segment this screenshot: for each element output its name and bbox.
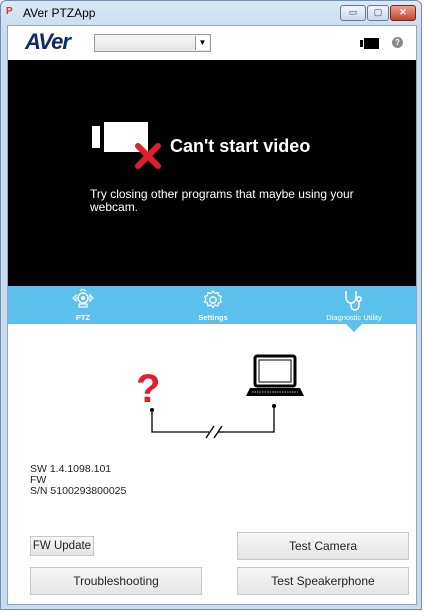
minimize-button[interactable]: ▭ bbox=[340, 5, 366, 21]
unknown-device-icon: ? bbox=[136, 367, 160, 411]
connection-diagram: ? bbox=[136, 354, 304, 439]
close-button[interactable]: ✕ bbox=[390, 5, 416, 21]
tab-diagnostic-utility-label: Diagnostic Utility bbox=[326, 313, 382, 322]
chevron-down-icon[interactable]: ▼ bbox=[195, 36, 209, 50]
video-error-message: Try closing other programs that maybe us… bbox=[90, 187, 354, 214]
camera-error-icon bbox=[92, 122, 161, 169]
active-tab-indicator bbox=[346, 324, 362, 332]
client-area: AVer ▼ ? Can't start video Try closing o… bbox=[7, 25, 417, 605]
test-camera-button[interactable]: Test Camera bbox=[237, 532, 409, 560]
gear-icon bbox=[203, 290, 223, 309]
camera-status-icon[interactable] bbox=[360, 38, 380, 49]
tab-settings[interactable]: Settings bbox=[178, 286, 248, 324]
serial-number: S/N 5100293800025 bbox=[30, 485, 127, 497]
app-icon: P bbox=[6, 6, 13, 17]
nav-bar: PTZ Settings Diagnostic Utility bbox=[8, 286, 416, 324]
app-window: P AVer PTZApp ▭ ▢ ✕ AVer ▼ ? Can't start… bbox=[0, 0, 422, 610]
aver-logo: AVer bbox=[25, 29, 71, 54]
toolbar: AVer ▼ ? bbox=[8, 26, 416, 60]
title-bar[interactable]: P AVer PTZApp ▭ ▢ ✕ bbox=[1, 1, 421, 25]
device-info: SW 1.4.1098.101 FW S/N 5100293800025 bbox=[30, 464, 126, 497]
fw-update-button[interactable]: FW Update bbox=[30, 536, 94, 556]
camera-select-dropdown[interactable]: ▼ bbox=[94, 34, 211, 52]
tab-ptz[interactable]: PTZ bbox=[48, 286, 118, 324]
video-error-title: Can't start video bbox=[170, 136, 311, 156]
tab-ptz-label: PTZ bbox=[75, 313, 91, 322]
help-icon[interactable]: ? bbox=[392, 37, 403, 48]
stethoscope-icon bbox=[345, 291, 362, 311]
maximize-button[interactable]: ▢ bbox=[367, 5, 389, 21]
ptz-camera-icon bbox=[72, 288, 94, 308]
window-title: AVer PTZApp bbox=[23, 6, 96, 20]
tab-settings-label: Settings bbox=[198, 313, 228, 322]
tab-diagnostic-utility[interactable]: Diagnostic Utility bbox=[308, 286, 400, 324]
video-preview: Can't start video Try closing other prog… bbox=[8, 60, 416, 286]
laptop-icon bbox=[246, 354, 304, 396]
troubleshooting-button[interactable]: Troubleshooting bbox=[30, 567, 202, 595]
test-speakerphone-button[interactable]: Test Speakerphone bbox=[237, 567, 409, 595]
